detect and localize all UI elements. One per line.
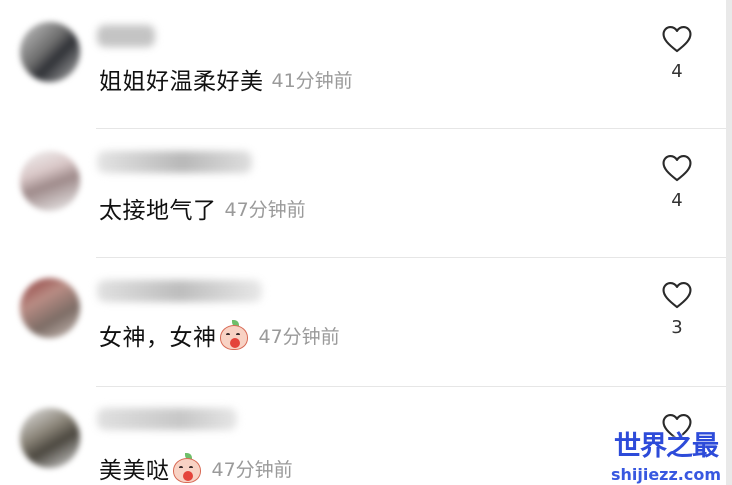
heart-outline-icon[interactable] (660, 22, 694, 56)
comment-body: 姐姐好温柔好美 41分钟前 (99, 62, 353, 96)
comment-text: 姐姐好温柔好美 (99, 69, 264, 95)
heart-outline-icon[interactable] (660, 151, 694, 185)
avatar[interactable] (20, 408, 80, 468)
comment-time: 47分钟前 (211, 458, 293, 481)
like-button[interactable]: 4 (656, 22, 698, 82)
scrollbar-track[interactable] (726, 0, 732, 485)
watermark-url: shijiezz.com (610, 465, 722, 484)
comment-time: 41分钟前 (271, 69, 353, 92)
comment-text: 女神，女神 (99, 325, 217, 351)
username-blurred[interactable] (97, 151, 252, 173)
comment-item: 姐姐好温柔好美 41分钟前 4 (0, 0, 726, 129)
username-blurred[interactable] (97, 25, 155, 47)
comment-time: 47分钟前 (258, 325, 340, 348)
like-count: 4 (671, 190, 683, 211)
comment-text: 太接地气了 (99, 198, 217, 224)
comment-body: 美美哒 47分钟前 (99, 451, 293, 485)
heart-outline-icon[interactable] (660, 278, 694, 312)
comment-body: 女神，女神 47分钟前 (99, 318, 340, 352)
comment-text: 美美哒 (99, 458, 170, 484)
comment-time: 47分钟前 (224, 198, 306, 221)
like-button[interactable]: 3 (656, 278, 698, 338)
username-blurred[interactable] (97, 408, 237, 430)
avatar[interactable] (20, 22, 80, 82)
peach-blush-emoji-icon (219, 320, 249, 350)
avatar[interactable] (20, 278, 80, 338)
watermark-title: 世界之最 (614, 431, 719, 462)
watermark-logo: 世界之最 shijiezz.com (604, 424, 728, 484)
comment-item: 女神，女神 47分钟前 3 (0, 258, 726, 387)
like-count: 3 (671, 317, 683, 338)
like-button[interactable]: 4 (656, 151, 698, 211)
peach-blush-emoji-icon (172, 453, 202, 483)
username-blurred[interactable] (97, 280, 262, 302)
comment-body: 太接地气了 47分钟前 (99, 191, 306, 225)
comment-item: 太接地气了 47分钟前 4 (0, 129, 726, 258)
like-count: 4 (671, 61, 683, 82)
divider (96, 386, 726, 387)
avatar[interactable] (20, 151, 80, 211)
